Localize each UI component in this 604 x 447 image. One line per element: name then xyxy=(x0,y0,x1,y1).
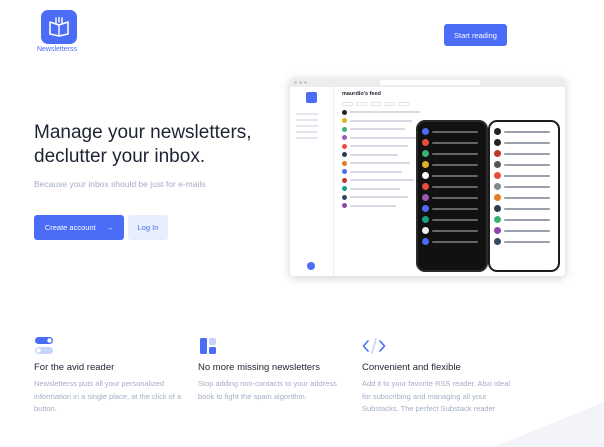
feature-convenient: Convenient and flexible Add it to your f… xyxy=(362,336,512,416)
login-button[interactable]: Log In xyxy=(128,215,168,240)
start-reading-button[interactable]: Start reading xyxy=(444,24,507,46)
feature-no-missing: No more missing newsletters Stop adding … xyxy=(198,336,348,403)
hero-title: Manage your newsletters, declutter your … xyxy=(34,122,252,167)
blocks-icon xyxy=(198,336,348,358)
code-icon xyxy=(362,336,512,358)
feature-text: Add it to your favorite RSS reader. Also… xyxy=(362,379,510,413)
avatar xyxy=(307,262,315,270)
create-account-label: Create account xyxy=(44,223,96,232)
create-account-button[interactable]: Create account → xyxy=(34,215,124,240)
feature-title: Convenient and flexible xyxy=(362,362,461,373)
arrow-right-icon: → xyxy=(105,223,114,232)
brand-logo[interactable]: Newsletterss xyxy=(37,10,78,53)
mock-sidebar xyxy=(290,87,334,276)
feature-text: Newsletterss puts all your personalized … xyxy=(34,379,182,413)
brand-name: Newsletterss xyxy=(36,46,78,53)
feed-title: maurdio's feed xyxy=(342,91,381,97)
feature-text: Stop adding non-contacts to your address… xyxy=(198,379,337,401)
toggle-icon xyxy=(34,336,184,358)
feature-title: No more missing newsletters xyxy=(198,362,320,373)
android-phone-mockup xyxy=(416,120,488,272)
browser-toolbar xyxy=(290,78,565,87)
feature-title: For the avid reader xyxy=(34,362,115,373)
decorative-corner xyxy=(494,402,604,447)
feature-avid-reader: For the avid reader Newsletterss puts al… xyxy=(34,336,184,416)
iphone-mockup xyxy=(488,120,560,272)
hero-subtitle: Because your inbox should be just for e-… xyxy=(34,179,206,189)
book-icon xyxy=(41,10,77,44)
